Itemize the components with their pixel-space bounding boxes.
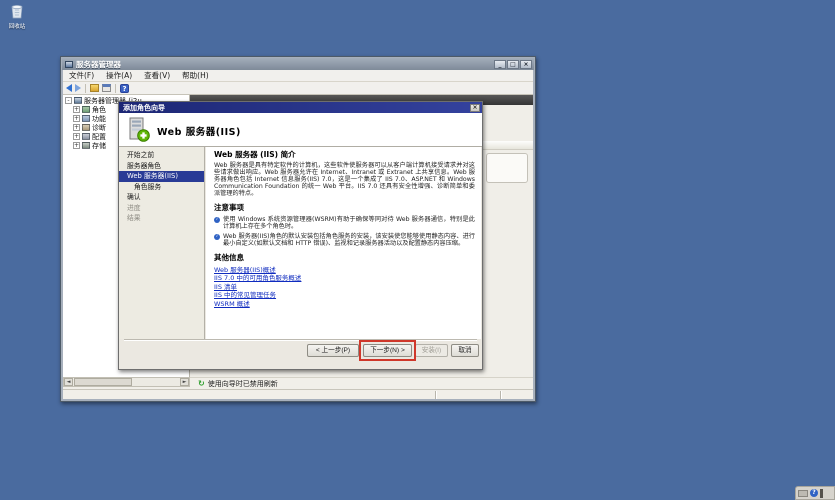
additional-info-title: 其他信息 <box>214 252 475 263</box>
wizard-step-role-services[interactable]: 角色服务 <box>119 182 204 193</box>
console-tree-toggle-icon[interactable] <box>90 84 99 92</box>
expand-icon[interactable]: + <box>73 124 80 131</box>
add-roles-wizard-dialog: 添加角色向导 × Web 服务器(IIS) 开始之前 服务器角色 Web 服务器… <box>118 101 483 370</box>
expand-icon[interactable]: + <box>73 106 80 113</box>
menu-file[interactable]: 文件(F) <box>63 70 100 81</box>
status-bar-divider <box>435 391 436 399</box>
expand-icon[interactable]: + <box>73 142 80 149</box>
minimize-button[interactable]: _ <box>494 60 506 69</box>
scroll-right-icon[interactable]: ► <box>180 378 189 386</box>
wizard-page-heading: Web 服务器(IIS) <box>157 124 241 138</box>
note-text: 使用 Windows 系统资源管理器(WSRM)有助于确保等同对待 Web 服务… <box>223 216 475 230</box>
refresh-status-text: 使用向导时已禁用刷新 <box>208 379 278 389</box>
window-titlebar[interactable]: 服务器管理器 _ □ × <box>62 58 534 70</box>
show-window-icon[interactable] <box>102 84 111 92</box>
toolbar: ? <box>63 82 533 95</box>
menu-bar: 文件(F) 操作(A) 查看(V) 帮助(H) <box>63 70 533 82</box>
close-button[interactable]: × <box>520 60 532 69</box>
wizard-step-server-roles[interactable]: 服务器角色 <box>119 161 204 172</box>
window-status-bar <box>63 389 533 399</box>
computer-icon <box>74 97 82 104</box>
next-button[interactable]: 下一步(N) > <box>363 344 412 357</box>
forward-icon[interactable] <box>75 84 81 92</box>
back-icon[interactable] <box>66 84 72 92</box>
previous-button[interactable]: < 上一步(P) <box>307 344 359 357</box>
wizard-step-web-server-iis[interactable]: Web 服务器(IIS) <box>119 171 204 182</box>
menu-action[interactable]: 操作(A) <box>100 70 138 81</box>
toolbar-divider <box>85 84 86 93</box>
scrollbar-thumb[interactable] <box>74 378 132 386</box>
expand-icon[interactable]: + <box>73 115 80 122</box>
wizard-header: Web 服务器(IIS) <box>119 113 482 147</box>
storage-icon <box>82 142 90 149</box>
roles-icon <box>82 106 90 113</box>
wizard-step-results: 结果 <box>119 213 204 224</box>
refresh-status-row: ↻ 使用向导时已禁用刷新 <box>190 377 533 389</box>
server-manager-app-icon <box>65 61 73 68</box>
maximize-button[interactable]: □ <box>507 60 519 69</box>
wizard-title: 添加角色向导 <box>123 103 470 113</box>
window-title: 服务器管理器 <box>76 59 493 70</box>
menu-view[interactable]: 查看(V) <box>138 70 176 81</box>
link-wsrm-overview[interactable]: WSRM 概述 <box>214 300 475 308</box>
intro-paragraph: Web 服务器是具有特定软件的计算机，这些软件使服务器可以从客户端计算机接受请求… <box>214 162 475 197</box>
configuration-icon <box>82 133 90 140</box>
link-role-services-overview[interactable]: IIS 7.0 中的可用角色服务概述 <box>214 274 475 282</box>
keyboard-icon[interactable] <box>798 490 808 497</box>
diagnostics-icon <box>82 124 90 131</box>
info-icon: i <box>214 217 220 223</box>
tray-help-icon[interactable]: ? <box>810 489 818 497</box>
note-item: i 使用 Windows 系统资源管理器(WSRM)有助于确保等同对待 Web … <box>214 216 475 230</box>
link-iis-checklists[interactable]: IIS 清单 <box>214 283 475 291</box>
menu-help[interactable]: 帮助(H) <box>176 70 215 81</box>
collapse-icon[interactable]: - <box>65 97 72 104</box>
button-row-divider <box>124 339 477 341</box>
tree-item-label: 存储 <box>92 141 106 151</box>
help-icon[interactable]: ? <box>120 84 129 93</box>
cancel-button[interactable]: 取消 <box>451 344 479 357</box>
toolbar-divider <box>115 84 116 93</box>
link-common-admin-tasks[interactable]: IIS 中的常见管理任务 <box>214 291 475 299</box>
recycle-bin-desktop-icon[interactable]: 回收站 <box>4 3 30 30</box>
console-tray: ? <box>795 486 835 500</box>
recycle-bin-label: 回收站 <box>4 24 30 30</box>
info-icon: i <box>214 234 220 240</box>
results-summary-box <box>486 153 528 183</box>
desktop: 回收站 服务器管理器 _ □ × 文件(F) 操作(A) 查看(V) 帮助(H)… <box>0 0 835 500</box>
wizard-step-nav: 开始之前 服务器角色 Web 服务器(IIS) 角色服务 确认 进度 结果 <box>119 147 205 339</box>
note-item: i Web 服务器(IIS)角色的默认安装包括角色服务的安装，该安装使您能够使用… <box>214 233 475 247</box>
scroll-left-icon[interactable]: ◄ <box>64 378 73 386</box>
wizard-step-progress: 进度 <box>119 203 204 214</box>
wizard-step-before-you-begin[interactable]: 开始之前 <box>119 150 204 161</box>
intro-title: Web 服务器 (IIS) 简介 <box>214 149 475 160</box>
tray-edge-icon <box>820 489 823 498</box>
recycle-bin-icon <box>10 3 24 19</box>
expand-icon[interactable]: + <box>73 133 80 140</box>
notes-title: 注意事项 <box>214 202 475 213</box>
tree-horizontal-scrollbar[interactable]: ◄ ► <box>63 377 190 387</box>
status-bar-divider <box>500 391 501 399</box>
wizard-content: Web 服务器 (IIS) 简介 Web 服务器是具有特定软件的计算机，这些软件… <box>206 147 481 339</box>
refresh-icon: ↻ <box>198 380 205 388</box>
note-text: Web 服务器(IIS)角色的默认安装包括角色服务的安装，该安装使您能够使用静态… <box>223 233 475 247</box>
features-icon <box>82 115 90 122</box>
add-role-server-icon <box>128 117 150 143</box>
wizard-step-confirmation[interactable]: 确认 <box>119 192 204 203</box>
install-button: 安装(I) <box>415 344 448 357</box>
wizard-titlebar[interactable]: 添加角色向导 × <box>119 102 482 113</box>
wizard-close-icon[interactable]: × <box>470 104 480 112</box>
